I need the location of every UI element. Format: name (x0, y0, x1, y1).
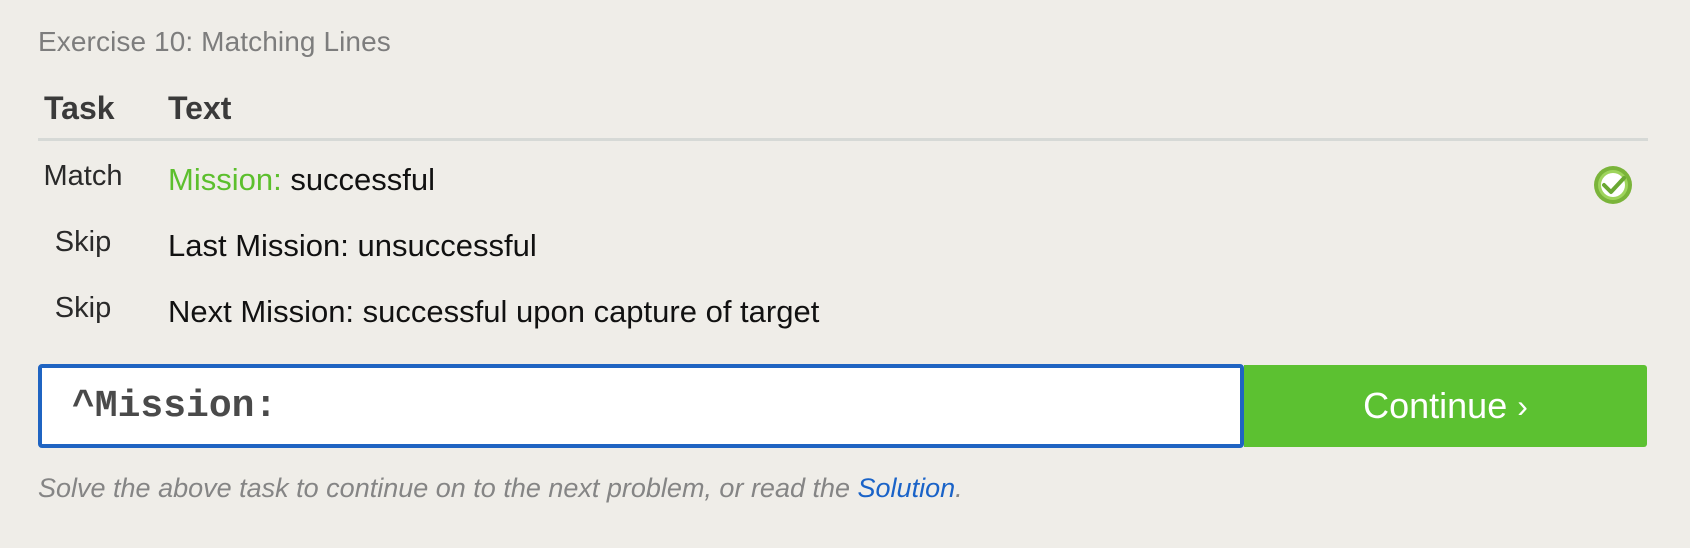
continue-button[interactable]: Continue › (1244, 365, 1647, 447)
row-text: Next Mission: successful upon capture of… (168, 294, 820, 329)
task-label: Skip (54, 226, 112, 258)
check-icon (1592, 164, 1634, 206)
regex-input-wrapper (38, 364, 1244, 448)
row-text-rest: successful (281, 162, 436, 197)
exercise-panel: Exercise 10: Matching Lines Task Text Ma… (0, 0, 1690, 548)
table-row: Skip Last Mission: unsuccessful (38, 224, 1648, 280)
table-row: Skip Next Mission: successful upon captu… (38, 290, 1648, 346)
regex-input[interactable] (42, 368, 1240, 444)
hint-text: Solve the above task to continue on to t… (38, 473, 963, 504)
row-text: Last Mission: unsuccessful (168, 228, 537, 263)
match-highlight: Mission: (168, 162, 282, 197)
continue-label: Continue (1363, 385, 1508, 426)
table-row: Match Mission: successful (38, 158, 1648, 214)
task-label: Match (43, 160, 123, 192)
column-header-text: Text (168, 90, 232, 126)
table-header: Task Text (38, 90, 1648, 141)
row-text: Mission: successful (168, 162, 435, 198)
task-label: Skip (54, 292, 112, 324)
solution-link[interactable]: Solution (858, 473, 956, 503)
column-header-task: Task (44, 90, 115, 126)
exercise-title: Exercise 10: Matching Lines (38, 26, 391, 57)
hint-prefix: Solve the above task to continue on to t… (38, 473, 858, 503)
hint-suffix: . (955, 473, 963, 503)
chevron-right-icon: › (1517, 387, 1528, 424)
